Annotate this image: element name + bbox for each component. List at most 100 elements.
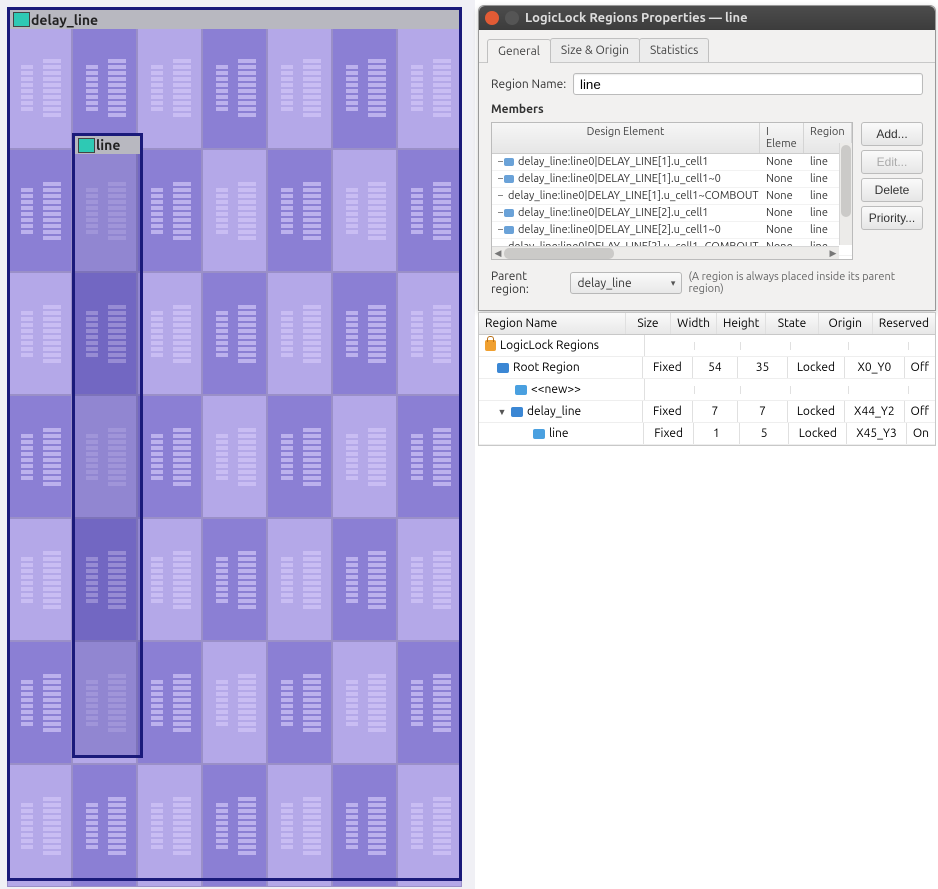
lab-cell[interactable] (397, 764, 462, 887)
lab-cell[interactable] (202, 26, 267, 149)
col-width[interactable]: Width (671, 313, 717, 334)
col-origin[interactable]: Origin (819, 313, 873, 334)
scrollbar-thumb[interactable] (841, 145, 851, 217)
chip-floorplan[interactable]: delay_line line (0, 0, 475, 889)
table-row[interactable]: <<new>> (479, 379, 935, 401)
lab-cell[interactable] (267, 26, 332, 149)
lab-cell[interactable] (397, 641, 462, 764)
table-row[interactable]: delay_line:line0|DELAY_LINE[2].u_cell1No… (492, 205, 852, 222)
table-row[interactable]: LogicLock Regions (479, 335, 935, 357)
col-region-name[interactable]: Region Name (479, 313, 626, 334)
priority-button[interactable]: Priority... (861, 206, 923, 230)
lab-cell[interactable] (72, 764, 137, 887)
col-size[interactable]: Size (626, 313, 671, 334)
members-scrollbar-vertical[interactable] (839, 143, 852, 245)
scroll-left-icon[interactable]: ◀ (492, 248, 504, 259)
lab-cell[interactable] (137, 149, 202, 272)
lab-cell[interactable] (137, 26, 202, 149)
region-name-cell: Root Region (513, 361, 580, 374)
tab-size-origin[interactable]: Size & Origin (550, 38, 640, 62)
lab-cell[interactable] (7, 518, 72, 641)
region-name-cell: line (549, 427, 569, 440)
lab-cell[interactable] (267, 641, 332, 764)
lab-cell[interactable] (72, 641, 137, 764)
lab-cell[interactable] (397, 149, 462, 272)
hierarchy-icon (504, 209, 514, 217)
col-design-element[interactable]: Design Element (492, 123, 760, 153)
table-row[interactable]: delay_line:line0|DELAY_LINE[1].u_cell1No… (492, 154, 852, 171)
lab-cell[interactable] (137, 395, 202, 518)
lab-cell[interactable] (397, 26, 462, 149)
lab-cell[interactable] (7, 395, 72, 518)
lab-cell[interactable] (332, 395, 397, 518)
lab-cell[interactable] (7, 641, 72, 764)
regions-header-row: Region Name Size Width Height State Orig… (479, 313, 935, 335)
members-table[interactable]: Design Element I Eleme Region delay_line… (491, 122, 853, 260)
members-scrollbar-horizontal[interactable]: ◀ ▶ (492, 246, 839, 259)
col-ieleme[interactable]: I Eleme (760, 123, 804, 153)
table-row[interactable]: delay_line:line0|DELAY_LINE[2].u_cell1~0… (492, 222, 852, 239)
lab-cell[interactable] (202, 764, 267, 887)
logiclock-regions-table[interactable]: Region Name Size Width Height State Orig… (478, 312, 936, 446)
lab-cell[interactable] (267, 272, 332, 395)
lab-cell[interactable] (332, 641, 397, 764)
lab-cell[interactable] (72, 26, 137, 149)
dialog-titlebar[interactable]: LogicLock Regions Properties — line (479, 6, 935, 30)
group-label: LogicLock Regions (500, 339, 599, 352)
lab-cell[interactable] (332, 149, 397, 272)
parent-region-combo[interactable]: delay_line (570, 272, 682, 294)
lab-cell[interactable] (332, 518, 397, 641)
tab-statistics[interactable]: Statistics (639, 38, 709, 62)
table-row[interactable]: line Fixed 1 5 Locked X45_Y3 On (479, 423, 935, 445)
lab-cell[interactable] (397, 272, 462, 395)
lab-cell[interactable] (332, 26, 397, 149)
lab-cell[interactable] (332, 272, 397, 395)
lab-cell[interactable] (202, 395, 267, 518)
lab-cell[interactable] (202, 149, 267, 272)
lab-cell[interactable] (202, 641, 267, 764)
members-header-row: Design Element I Eleme Region (492, 123, 852, 154)
region-icon (515, 385, 527, 395)
delete-button[interactable]: Delete (861, 178, 923, 202)
tab-general[interactable]: General (487, 39, 551, 63)
col-state[interactable]: State (766, 313, 818, 334)
lab-cell[interactable] (72, 518, 137, 641)
scrollbar-thumb[interactable] (504, 248, 614, 259)
table-row[interactable]: ▼delay_line Fixed 7 7 Locked X44_Y2 Off (479, 401, 935, 423)
minimize-icon[interactable] (505, 11, 519, 25)
lab-cell[interactable] (7, 26, 72, 149)
close-icon[interactable] (485, 11, 499, 25)
lab-cell[interactable] (137, 272, 202, 395)
table-row[interactable]: Root Region Fixed 54 35 Locked X0_Y0 Off (479, 357, 935, 379)
lab-cell[interactable] (137, 641, 202, 764)
region-icon (511, 407, 523, 417)
parent-region-hint: (A region is always placed inside its pa… (688, 271, 923, 295)
lab-cell[interactable] (72, 395, 137, 518)
scroll-right-icon[interactable]: ▶ (827, 248, 839, 259)
lab-cell[interactable] (332, 764, 397, 887)
lab-cell[interactable] (7, 149, 72, 272)
lab-cell[interactable] (202, 518, 267, 641)
region-name-input[interactable] (573, 73, 923, 95)
lab-cell[interactable] (7, 764, 72, 887)
add-button[interactable]: Add... (861, 122, 923, 146)
col-height[interactable]: Height (717, 313, 766, 334)
lab-cell[interactable] (267, 149, 332, 272)
table-row[interactable]: delay_line:line0|DELAY_LINE[1].u_cell1~0… (492, 171, 852, 188)
col-reserved[interactable]: Reserved (873, 313, 935, 334)
member-name: delay_line:line0|DELAY_LINE[1].u_cell1 (518, 156, 708, 168)
lab-cell[interactable] (267, 764, 332, 887)
lab-cell[interactable] (7, 272, 72, 395)
lab-cell[interactable] (267, 518, 332, 641)
lab-cell[interactable] (137, 764, 202, 887)
lab-cell[interactable] (202, 272, 267, 395)
lab-cell[interactable] (72, 149, 137, 272)
lab-cell[interactable] (267, 395, 332, 518)
lab-cell[interactable] (397, 518, 462, 641)
lab-cell[interactable] (137, 518, 202, 641)
table-row[interactable]: delay_line:line0|DELAY_LINE[1].u_cell1~C… (492, 188, 852, 205)
edit-button[interactable]: Edit... (861, 150, 923, 174)
expander-icon[interactable]: ▼ (497, 407, 507, 417)
lab-cell[interactable] (72, 272, 137, 395)
lab-cell[interactable] (397, 395, 462, 518)
